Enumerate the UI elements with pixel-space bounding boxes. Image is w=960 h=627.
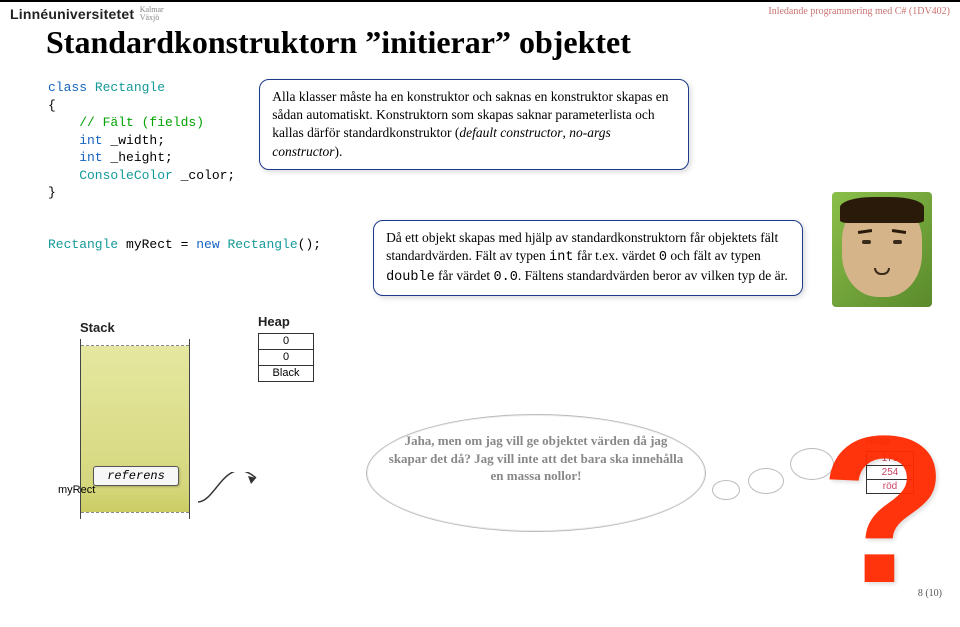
c2-m3: double — [386, 270, 435, 285]
reference-box: referens — [93, 466, 179, 486]
thought-bubble-2 — [748, 468, 784, 494]
c2-m1: int — [549, 250, 573, 265]
c2-m2: 0 — [659, 250, 667, 265]
thought-bubble-1 — [712, 480, 740, 500]
heap-val-0: 0 — [259, 334, 313, 350]
stack-strip: referens — [80, 339, 190, 519]
heap-column: Heap 0 0 Black — [258, 314, 314, 382]
c2-t2: får t.ex. värdet — [573, 248, 658, 263]
c2-t3: och fält av typen — [667, 248, 761, 263]
page-header: Linnéuniversitetet Kalmar Växjö Inledand… — [0, 0, 960, 22]
field-color: _color; — [173, 168, 235, 183]
kw-int-1: int — [48, 133, 103, 148]
heap-label: Heap — [258, 314, 314, 329]
type-rectangle: Rectangle — [87, 80, 165, 95]
brand-sub-2: Växjö — [140, 13, 160, 22]
brand-sub: Kalmar Växjö — [140, 6, 164, 22]
arrow-ref-to-heap — [196, 472, 266, 512]
c1-it1: default constructor — [459, 125, 562, 140]
field-width: _width; — [103, 133, 165, 148]
code-parens: (); — [298, 237, 321, 252]
code-new-rectangle: Rectangle myRect = new Rectangle(); — [48, 220, 321, 254]
myrect-label: myRect — [58, 484, 95, 496]
callout-constructor-explain: Alla klasser måste ha en konstruktor och… — [259, 79, 689, 170]
stack-label: Stack — [80, 320, 200, 335]
type-rect-2: Rectangle — [48, 237, 118, 252]
heap-object-box: 0 0 Black — [258, 333, 314, 382]
page-title: Standardkonstruktorn ”initierar” objekte… — [0, 22, 960, 61]
callout-default-values: Då ett objekt skapas med hjälp av standa… — [373, 220, 803, 297]
heap-val-2: Black — [259, 366, 313, 381]
field-height: _height; — [103, 150, 173, 165]
c2-m4: 0.0 — [494, 270, 518, 285]
question-mark-icon: ? — [820, 405, 948, 615]
type-consolecolor: ConsoleColor — [48, 168, 173, 183]
kw-new: new — [196, 237, 219, 252]
thought-text: Jaha, men om jag vill ge objektet värden… — [386, 432, 686, 485]
kw-class: class — [48, 80, 87, 95]
c2-t4: får värdet — [435, 268, 494, 283]
c2-t5: . Fältens standardvärden beror av vilken… — [518, 268, 788, 283]
row-2: Rectangle myRect = new Rectangle(); Då e… — [48, 220, 960, 297]
brand: Linnéuniversitetet — [10, 6, 134, 22]
stack-column: Stack referens myRect — [80, 320, 200, 519]
code-eq: myRect = — [118, 237, 196, 252]
course-label: Inledande programmering med C# (1DV402) — [768, 6, 950, 17]
comment-fields: // Fält (fields) — [48, 115, 204, 130]
kw-int-2: int — [48, 150, 103, 165]
character-face — [832, 192, 932, 307]
code-class-rectangle: class Rectangle { // Fält (fields) int _… — [48, 79, 235, 202]
c1-t3: ). — [335, 144, 343, 159]
brace-close: } — [48, 185, 56, 200]
type-rect-3: Rectangle — [220, 237, 298, 252]
page-number: 8 (10) — [918, 588, 942, 599]
brace-open: { — [48, 98, 56, 113]
heap-val-1: 0 — [259, 350, 313, 366]
brand-block: Linnéuniversitetet Kalmar Växjö — [10, 6, 164, 22]
row-1: class Rectangle { // Fält (fields) int _… — [48, 79, 960, 202]
